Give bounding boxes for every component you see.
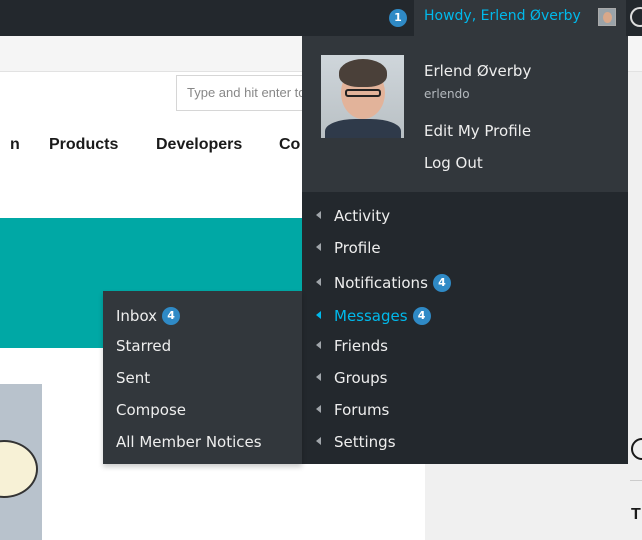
caret-left-icon <box>316 436 321 445</box>
edit-profile-link[interactable]: Edit My Profile <box>424 122 531 140</box>
user-login-name: erlendo <box>424 87 470 101</box>
count-badge: 4 <box>162 306 181 325</box>
menu-item-profile[interactable]: Profile <box>316 239 628 267</box>
count-badge: 4 <box>432 273 451 292</box>
partial-heading-glyph: T <box>631 506 641 523</box>
submenu-item-all-notices[interactable]: All Member Notices <box>116 433 262 451</box>
submenu-item-inbox[interactable]: Inbox 4 <box>116 306 181 326</box>
menu-item-notifications[interactable]: Notifications 4 <box>316 273 628 302</box>
caret-left-icon <box>316 372 321 381</box>
menu-item-forums[interactable]: Forums <box>316 401 628 429</box>
submenu-item-starred[interactable]: Starred <box>116 337 171 355</box>
caret-left-icon <box>316 210 321 219</box>
nav-item-developers[interactable]: Developers <box>156 136 242 154</box>
search-input[interactable]: Type and hit enter to search <box>176 75 316 111</box>
avatar-small[interactable] <box>598 8 616 26</box>
notification-badge[interactable]: 1 <box>389 9 407 27</box>
menu-item-activity[interactable]: Activity <box>316 207 628 235</box>
caret-left-icon <box>316 340 321 349</box>
nav-item-co[interactable]: Co <box>279 136 300 154</box>
howdy-label[interactable]: Howdy, Erlend Øverby <box>424 8 581 24</box>
divider <box>630 480 642 481</box>
avatar[interactable] <box>321 55 404 138</box>
submenu-item-compose[interactable]: Compose <box>116 401 186 419</box>
caret-left-icon <box>316 242 321 251</box>
menu-item-settings[interactable]: Settings <box>316 433 628 461</box>
caret-left-icon <box>316 404 321 413</box>
user-display-name[interactable]: Erlend Øverby <box>424 62 531 80</box>
cartoon-image <box>0 384 42 540</box>
menu-item-groups[interactable]: Groups <box>316 369 628 397</box>
menu-item-messages[interactable]: Messages 4 <box>316 306 628 335</box>
menu-item-friends[interactable]: Friends <box>316 337 628 365</box>
submenu-item-sent[interactable]: Sent <box>116 369 150 387</box>
log-out-link[interactable]: Log Out <box>424 154 483 172</box>
nav-item-partial[interactable]: n <box>10 136 20 154</box>
nav-item-products[interactable]: Products <box>49 136 118 154</box>
caret-left-icon <box>316 277 321 286</box>
caret-left-icon <box>316 310 321 319</box>
count-badge: 4 <box>412 306 431 325</box>
